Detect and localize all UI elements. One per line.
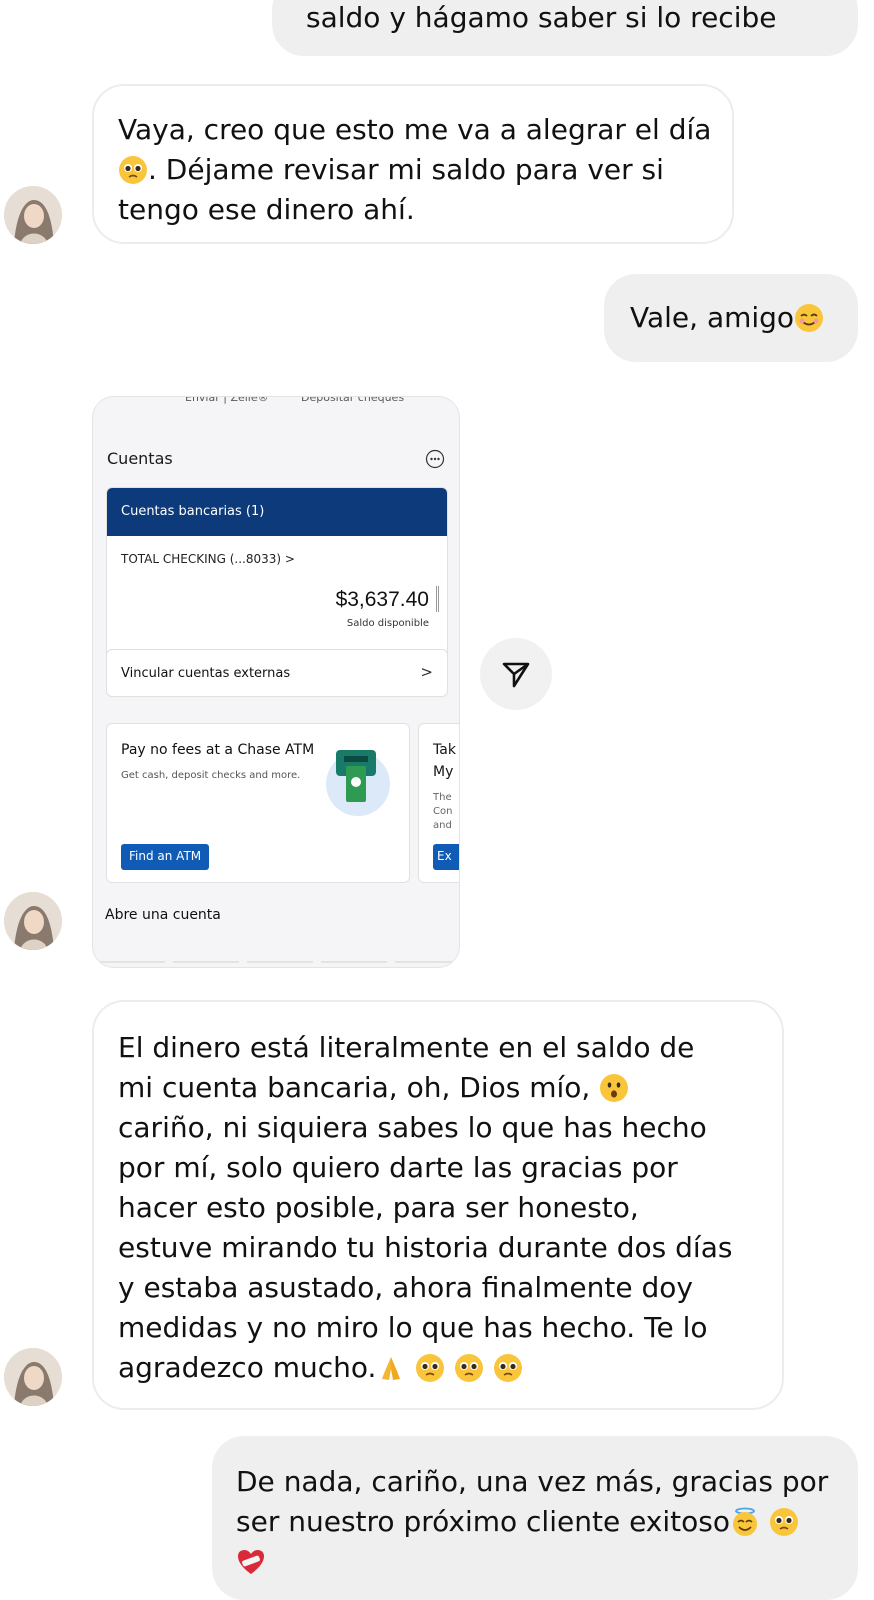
account-balance: $3,637.40 xyxy=(335,588,429,611)
scroll-indicator xyxy=(436,586,439,612)
promo-card: Pay no fees at a Chase ATM Get cash, dep… xyxy=(106,723,410,883)
promo2-title: Tak xyxy=(433,742,456,758)
link-accounts-row: Vincular cuentas externas > xyxy=(106,649,448,697)
smiling-face-icon xyxy=(794,303,824,333)
message-line: mi cuenta bancaria, oh, Dios mío, xyxy=(118,1071,591,1104)
outgoing-message: De nada, cariño, una vez más, gracias po… xyxy=(212,1436,858,1600)
message-line: El dinero está literalmente en el saldo … xyxy=(118,1031,695,1064)
pleading-face-icon xyxy=(454,1353,484,1383)
message-line: agradezco mucho. xyxy=(118,1351,377,1384)
promo2-text: Con xyxy=(433,806,453,817)
outgoing-message-partial: saldo y hágamo saber si lo recibe xyxy=(272,0,858,56)
message-line: tengo ese dinero ahí. xyxy=(118,193,415,226)
avatar[interactable] xyxy=(4,892,62,950)
avatar[interactable] xyxy=(4,186,62,244)
promo2-title-2: My xyxy=(433,764,454,780)
balance-label: Saldo disponible xyxy=(346,618,429,629)
pleading-face-icon xyxy=(118,155,148,185)
pleading-face-icon xyxy=(769,1507,799,1537)
shared-image[interactable]: Enviar | Zelle® Depositar cheques Cuenta… xyxy=(92,396,460,968)
message-line: Vaya, creo que esto me va a alegrar el d… xyxy=(118,113,712,146)
promo-card-2: Tak My The Con and Ex xyxy=(418,723,459,883)
chevron-right-icon: > xyxy=(420,663,433,681)
mending-heart-icon xyxy=(236,1547,266,1577)
open-account-title: Abre una cuenta xyxy=(105,907,221,923)
pleading-face-icon xyxy=(493,1353,523,1383)
promo2-text: and xyxy=(433,820,452,831)
promo2-text: The xyxy=(433,792,452,803)
share-send-icon xyxy=(502,662,530,688)
message-line: y estaba asustado, ahora finalmente doy xyxy=(118,1271,693,1304)
message-text: saldo y hágamo saber si lo recibe xyxy=(306,1,777,34)
promo2-button: Ex xyxy=(433,844,459,870)
tab-deposit: Depositar cheques xyxy=(301,396,405,404)
message-text: Vale, amigo xyxy=(630,301,795,334)
message-line: De nada, cariño, una vez más, gracias po… xyxy=(236,1465,829,1498)
message-line: hacer esto posible, para ser honesto, xyxy=(118,1191,639,1224)
atm-icon xyxy=(322,744,394,816)
message-line: estuve mirando tu historia durante dos d… xyxy=(118,1231,733,1264)
promo-title: Pay no fees at a Chase ATM xyxy=(121,742,315,758)
incoming-message: Vaya, creo que esto me va a alegrar el d… xyxy=(92,84,734,244)
halo-face-icon xyxy=(730,1507,760,1537)
message-line: ser nuestro próximo cliente exitoso xyxy=(236,1505,730,1538)
account-header: Cuentas bancarias (1) xyxy=(107,488,447,536)
incoming-message: El dinero está literalmente en el saldo … xyxy=(92,1000,784,1410)
account-name: TOTAL CHECKING (...8033) > xyxy=(121,552,295,566)
avatar[interactable] xyxy=(4,1348,62,1406)
find-atm-button: Find an ATM xyxy=(121,844,210,870)
hushed-face-icon xyxy=(599,1073,629,1103)
bottom-tabs xyxy=(99,959,459,967)
pleading-face-icon xyxy=(415,1353,445,1383)
folded-hands-icon xyxy=(376,1353,406,1383)
section-title: Cuentas xyxy=(107,449,173,468)
more-horizontal-icon xyxy=(425,449,445,469)
share-button[interactable] xyxy=(480,638,552,710)
message-line: por mí, solo quiero darte las gracias po… xyxy=(118,1151,678,1184)
message-line: . Déjame revisar mi saldo para ver si xyxy=(148,153,664,186)
message-line: medidas y no miro lo que has hecho. Te l… xyxy=(118,1311,708,1344)
promo-subtitle: Get cash, deposit checks and more. xyxy=(121,770,301,781)
link-accounts-label: Vincular cuentas externas xyxy=(121,666,291,681)
outgoing-message: Vale, amigo xyxy=(604,274,858,362)
tab-zelle: Enviar | Zelle® xyxy=(185,396,269,404)
message-line: cariño, ni siquiera sabes lo que has hec… xyxy=(118,1111,707,1144)
